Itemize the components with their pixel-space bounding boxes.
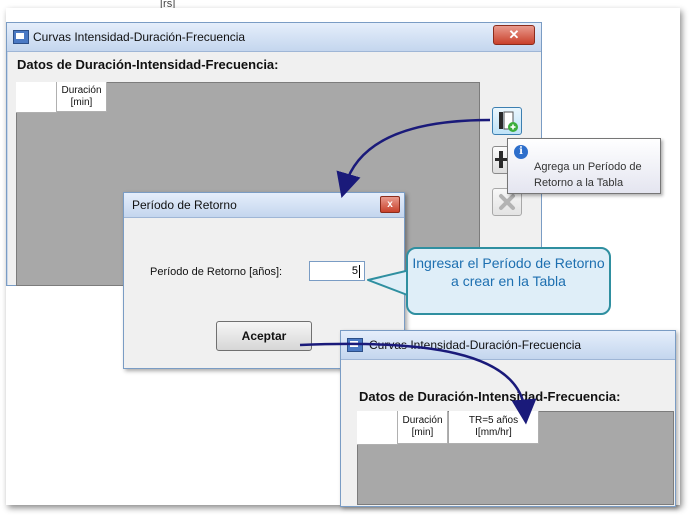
- arrow-to-new-column: [299, 342, 537, 425]
- arrow-to-dialog: [336, 118, 491, 198]
- annotation-arrows: [299, 118, 537, 425]
